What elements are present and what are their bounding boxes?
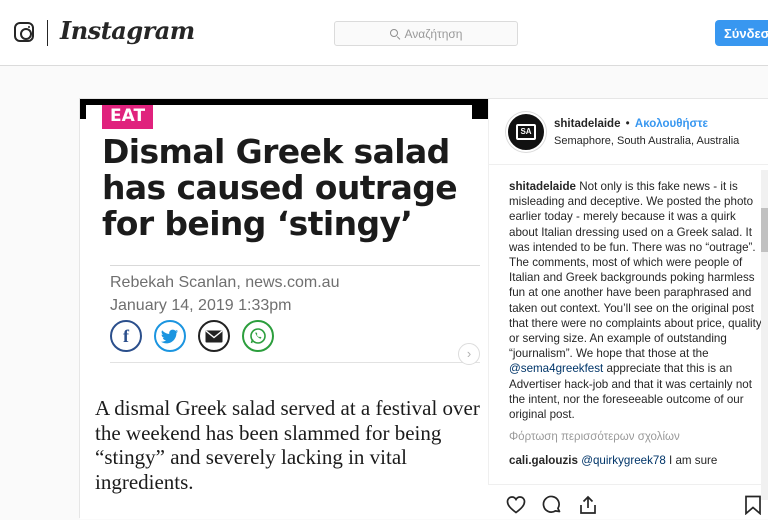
- post-user-row: shitadelaide • Ακολουθήστε: [554, 118, 708, 130]
- post-caption: shitadelaide Not only is this fake news …: [509, 179, 764, 422]
- article-date: January 14, 2019 1:33pm: [110, 297, 292, 314]
- top-nav: Instagram Αναζήτηση Σύνδεση: [0, 0, 768, 66]
- post-actions: [488, 484, 768, 519]
- scrollbar-thumb[interactable]: [761, 208, 768, 252]
- divider: [110, 265, 480, 266]
- next-image-button[interactable]: ›: [458, 343, 480, 365]
- caption-mention[interactable]: @sema4greekfest: [509, 362, 603, 375]
- share-row: f: [110, 320, 274, 352]
- instagram-logo[interactable]: Instagram: [60, 16, 195, 45]
- follow-button[interactable]: Ακολουθήστε: [635, 118, 708, 130]
- search-input[interactable]: Αναζήτηση: [334, 21, 518, 46]
- share-icon[interactable]: [578, 495, 598, 515]
- search-placeholder: Αναζήτηση: [404, 26, 463, 41]
- facebook-icon: f: [110, 320, 142, 352]
- avatar[interactable]: SA: [506, 112, 546, 152]
- post-card: EAT Dismal Greek salad has caused outrag…: [79, 98, 768, 519]
- comment-mention[interactable]: @quirkygreek78: [581, 454, 666, 467]
- caption-username[interactable]: shitadelaide: [509, 180, 576, 193]
- post-sidebar: SA shitadelaide • Ακολουθήστε Semaphore,…: [488, 99, 768, 519]
- category-tag: EAT: [102, 105, 154, 129]
- article-byline: Rebekah Scanlan, news.com.au: [110, 274, 340, 291]
- instagram-camera-icon[interactable]: [14, 22, 34, 42]
- comments-scrollbar[interactable]: [761, 170, 768, 500]
- login-button[interactable]: Σύνδεση: [715, 20, 768, 46]
- caption-text-1: Not only is this fake news - it is misle…: [509, 180, 762, 361]
- shitadelaide-logo-icon: SA: [516, 124, 536, 140]
- whatsapp-icon: [242, 320, 274, 352]
- twitter-icon: [154, 320, 186, 352]
- comment-icon[interactable]: [542, 495, 562, 515]
- comment-item: cali.galouzis @quirkygreek78 I am sure: [509, 453, 764, 468]
- article-lede: A dismal Greek salad served at a festiva…: [95, 396, 480, 494]
- email-icon: [198, 320, 230, 352]
- post-header: SA shitadelaide • Ακολουθήστε Semaphore,…: [489, 99, 768, 165]
- post-image[interactable]: EAT Dismal Greek salad has caused outrag…: [80, 99, 488, 519]
- comments-list: shitadelaide Not only is this fake news …: [509, 179, 764, 468]
- post-location[interactable]: Semaphore, South Australia, Australia: [554, 135, 739, 147]
- post-username[interactable]: shitadelaide: [554, 118, 620, 130]
- divider: [110, 362, 480, 363]
- image-frame-edge-left: [80, 99, 86, 119]
- comment-username[interactable]: cali.galouzis: [509, 454, 578, 467]
- search-icon: [389, 28, 400, 39]
- article-headline: Dismal Greek salad has caused outrage fo…: [102, 132, 458, 243]
- image-frame-edge-right: [472, 99, 488, 119]
- load-more-comments-button[interactable]: Φόρτωση περισσότερων σχολίων: [509, 430, 764, 445]
- separator-dot: •: [625, 118, 630, 130]
- comment-text: I am sure: [669, 454, 718, 468]
- nav-divider: [47, 20, 48, 46]
- heart-icon[interactable]: [506, 495, 526, 515]
